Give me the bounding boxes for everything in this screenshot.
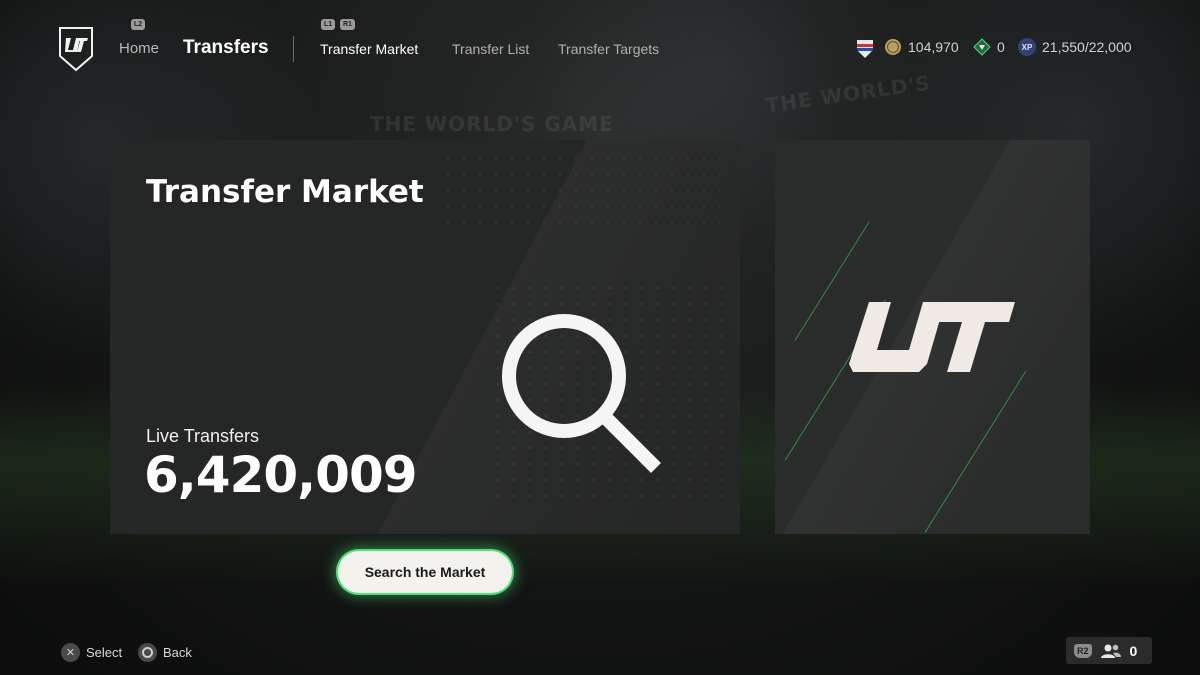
back-label: Back [163, 645, 192, 660]
tab-transfer-market[interactable]: Transfer Market [320, 41, 418, 57]
coins-display: 104,970 [884, 38, 959, 56]
tab-transfer-list[interactable]: Transfer List [452, 41, 529, 57]
coins-value: 104,970 [908, 39, 959, 55]
friends-widget[interactable]: R2 0 [1066, 637, 1152, 664]
cross-button-icon: ✕ [61, 643, 80, 662]
r1-button-hint: R1 [340, 19, 355, 30]
nav-transfers[interactable]: Transfers [183, 37, 269, 59]
xp-display: XP 21,550/22,000 [1018, 38, 1132, 56]
search-market-button[interactable]: Search the Market [338, 551, 512, 593]
r2-button-hint: R2 [1074, 643, 1092, 658]
points-display: 0 [973, 38, 1005, 56]
friends-icon [1100, 644, 1121, 658]
live-transfers-label: Live Transfers [146, 426, 260, 446]
club-crest-icon [857, 40, 873, 58]
friends-count: 0 [1129, 642, 1138, 659]
ut-shield-logo-icon [59, 27, 93, 72]
ut-promo-panel[interactable] [775, 140, 1090, 534]
back-hint[interactable]: Back [138, 643, 192, 662]
panel-title: Transfer Market [146, 174, 424, 210]
xp-badge-icon: XP [1018, 38, 1036, 56]
nav-divider [293, 36, 294, 62]
ut-logo-icon [849, 302, 1015, 372]
panel-dot-pattern [440, 150, 720, 230]
select-hint[interactable]: ✕ Select [61, 643, 122, 662]
fc-points-icon [973, 38, 991, 56]
circle-button-icon [138, 643, 157, 662]
background-slogan-2: THE WORLD'S [764, 70, 933, 118]
coin-icon [885, 39, 901, 55]
xp-value: 21,550/22,000 [1042, 39, 1132, 55]
select-label: Select [86, 645, 123, 660]
l2-button-hint: L2 [131, 19, 146, 30]
l1-button-hint: L1 [321, 19, 336, 30]
points-value: 0 [997, 39, 1005, 55]
background-slogan: THE WORLD'S GAME [370, 112, 614, 136]
transfer-market-panel[interactable]: Transfer Market Live Transfers 6,420,009 [110, 140, 740, 534]
search-icon [502, 314, 661, 473]
live-transfers-count: 6,420,009 [144, 446, 418, 504]
tab-transfer-targets[interactable]: Transfer Targets [558, 41, 659, 57]
nav-home[interactable]: Home [119, 40, 159, 57]
